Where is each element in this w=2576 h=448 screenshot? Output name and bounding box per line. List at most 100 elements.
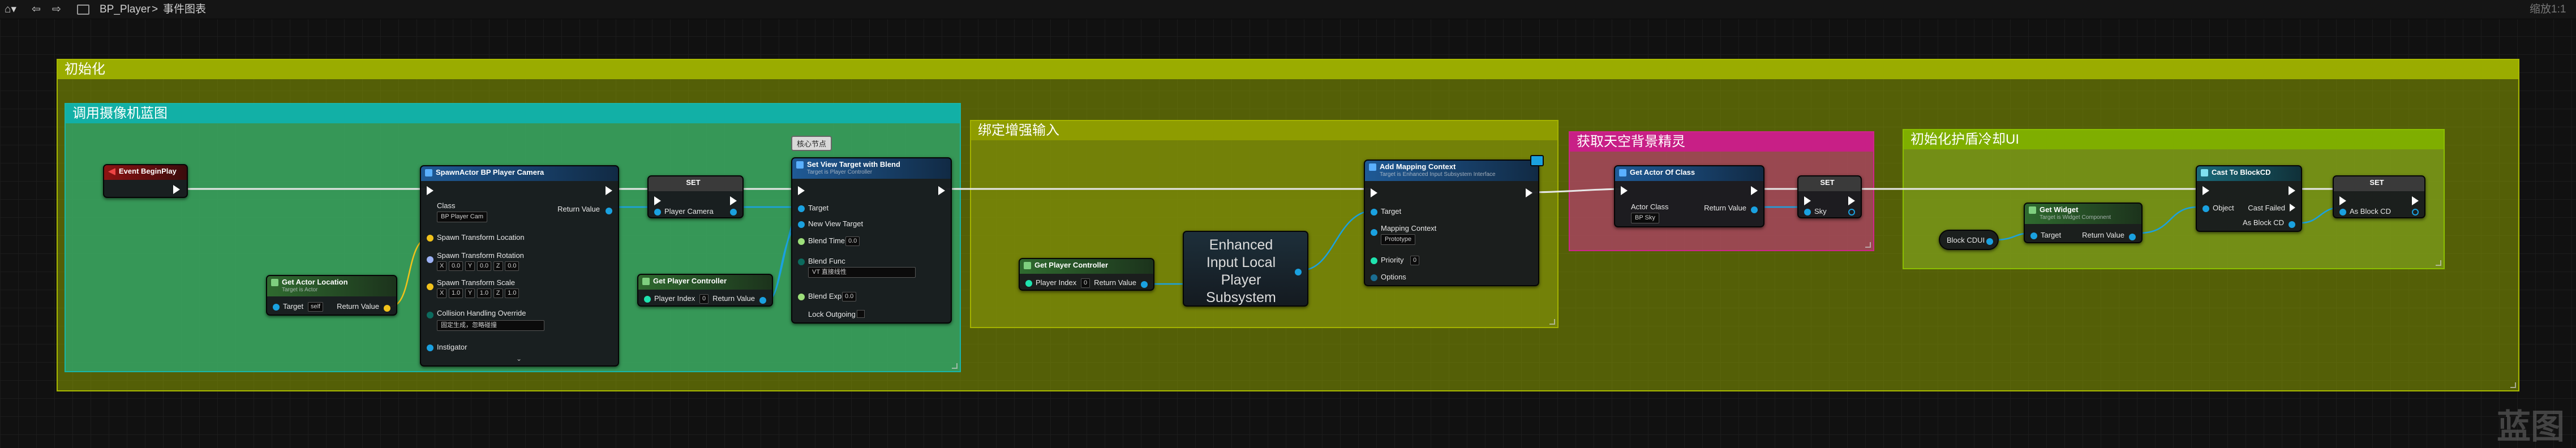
return-value-pin[interactable]: [759, 295, 766, 304]
player-index-pin[interactable]: [1025, 278, 1032, 287]
node-title: SpawnActor BP Player Camera: [436, 168, 544, 176]
player-camera-out-pin[interactable]: [730, 207, 737, 216]
cast-icon: [2201, 169, 2208, 176]
target-pin[interactable]: [2030, 231, 2037, 240]
new-view-target-pin[interactable]: [798, 219, 805, 229]
node-set-sky[interactable]: SET Sky: [1797, 175, 1862, 218]
node-header: SET: [1798, 176, 1861, 191]
player-camera-pin[interactable]: [654, 207, 661, 216]
mapping-context-pin[interactable]: [1371, 227, 1377, 236]
function-icon: [1619, 169, 1626, 176]
object-pin[interactable]: [2203, 204, 2209, 213]
node-subtitle: Target is Actor: [282, 287, 318, 293]
priority-pin[interactable]: [1371, 256, 1377, 265]
target-pin[interactable]: [1371, 207, 1377, 216]
spawn-rotation-pin[interactable]: [427, 255, 433, 264]
node-get-actor-of-class[interactable]: Get Actor Of Class Actor Class BP Sky Re…: [1614, 165, 1764, 227]
variable-out-pin[interactable]: [1986, 236, 1993, 245]
return-value-label: Return Value: [1094, 278, 1136, 287]
actor-class-dropdown[interactable]: BP Sky: [1631, 213, 1659, 223]
return-value-label: Return Value: [557, 205, 600, 213]
player-index-field[interactable]: 0: [1081, 278, 1090, 288]
node-set-player-camera[interactable]: SET Player Camera: [647, 175, 744, 218]
node-set-view-target[interactable]: Set View Target with Blend Target is Pla…: [791, 157, 952, 324]
blend-func-pin[interactable]: [798, 257, 805, 266]
return-value-pin[interactable]: [2129, 232, 2136, 241]
scale-fields[interactable]: X 1.0 Y 1.0 Z 1.0: [437, 288, 520, 299]
node-cast-to-blockcd[interactable]: Cast To BlockCD Object Cast Failed As Bl…: [2196, 165, 2302, 232]
node-enhanced-input-subsystem[interactable]: Enhanced Input Local Player Subsystem: [1183, 231, 1308, 307]
blend-time-field[interactable]: 0.0: [845, 236, 860, 247]
player-index-field[interactable]: 0: [699, 294, 709, 304]
blend-time-pin[interactable]: [798, 236, 805, 245]
sky-label: Sky: [1814, 207, 1827, 216]
instigator-pin[interactable]: [427, 343, 433, 352]
exec-out-pin[interactable]: [2412, 196, 2419, 205]
rotation-fields[interactable]: X 0.0 Y 0.0 Z 0.0: [437, 261, 520, 272]
exec-in-pin[interactable]: [2203, 186, 2209, 195]
expand-chevron-icon[interactable]: ⌄: [516, 354, 522, 363]
sky-pin[interactable]: [1804, 207, 1811, 216]
blend-exp-pin[interactable]: [798, 292, 805, 301]
priority-field[interactable]: 0: [1410, 256, 1420, 266]
as-block-cd-out-pin[interactable]: [2412, 207, 2419, 216]
class-dropdown[interactable]: BP Player Cam: [437, 212, 487, 222]
node-get-actor-location[interactable]: Get Actor Location Target is Actor Targe…: [266, 275, 397, 316]
lock-outgoing-checkbox[interactable]: [857, 310, 865, 318]
exec-in-pin[interactable]: [1371, 188, 1377, 197]
spawn-location-pin[interactable]: [427, 233, 433, 242]
sky-out-pin[interactable]: [1848, 207, 1855, 216]
return-value-pin[interactable]: [1751, 205, 1758, 214]
exec-out-pin[interactable]: [1848, 196, 1855, 205]
options-label: Options: [1381, 273, 1406, 281]
as-block-cd-in-pin[interactable]: [2339, 207, 2346, 216]
cast-failed-pin[interactable]: [2290, 203, 2295, 212]
exec-in-pin[interactable]: [1621, 186, 1628, 195]
function-icon: [796, 161, 804, 169]
exec-out-pin[interactable]: [1751, 186, 1758, 195]
return-value-pin[interactable]: [1141, 279, 1148, 288]
exec-in-pin[interactable]: [427, 186, 433, 195]
function-icon: [1024, 262, 1031, 269]
spawn-scale-pin[interactable]: [427, 282, 433, 291]
node-comment-bubble[interactable]: 核心节点: [791, 136, 832, 151]
target-pin[interactable]: [273, 302, 280, 311]
node-event-beginplay[interactable]: Event BeginPlay: [103, 164, 188, 198]
target-self-field[interactable]: self: [308, 302, 324, 312]
node-block-cdui-variable[interactable]: Block CDUI: [1939, 230, 1999, 250]
mapping-context-label: Mapping Context: [1381, 224, 1437, 232]
options-pin[interactable]: [1371, 273, 1377, 282]
return-value-pin[interactable]: [384, 303, 390, 312]
exec-out-pin[interactable]: [2289, 186, 2295, 195]
exec-out-pin[interactable]: [606, 186, 612, 195]
exec-in-pin[interactable]: [654, 196, 661, 205]
exec-in-pin[interactable]: [2339, 196, 2346, 205]
return-value-pin[interactable]: [606, 206, 612, 215]
node-get-player-controller[interactable]: Get Player Controller Player Index 0 Ret…: [1019, 258, 1154, 291]
exec-in-pin[interactable]: [798, 186, 805, 195]
node-add-mapping-context[interactable]: Add Mapping Context Target is Enhanced I…: [1364, 155, 1544, 286]
node-spawn-actor[interactable]: SpawnActor BP Player Camera Class BP Pla…: [420, 165, 619, 367]
blend-func-dropdown[interactable]: VT 直接线性: [808, 267, 916, 278]
exec-in-pin[interactable]: [1804, 196, 1811, 205]
return-value-label: Return Value: [2082, 231, 2124, 239]
blend-exp-field[interactable]: 0.0: [842, 292, 857, 302]
as-block-cd-pin[interactable]: [2289, 219, 2295, 229]
return-value-pin[interactable]: [1295, 267, 1302, 276]
node-title: Set View Target with Blend: [807, 160, 900, 169]
exec-out-pin[interactable]: [730, 196, 737, 205]
node-title: Enhanced Input Local Player Subsystem: [1206, 237, 1276, 305]
collision-pin[interactable]: [427, 310, 433, 319]
collision-dropdown[interactable]: 固定生成，忽略碰撞: [437, 320, 544, 331]
exec-out-pin[interactable]: [938, 186, 945, 195]
player-index-label: Player Index: [1036, 278, 1077, 287]
exec-out-pin[interactable]: [1526, 188, 1532, 197]
player-index-pin[interactable]: [644, 294, 651, 303]
target-pin[interactable]: [798, 204, 805, 213]
mapping-context-dropdown[interactable]: Prototype: [1381, 234, 1416, 245]
node-set-as-block-cd[interactable]: SET As Block CD: [2333, 175, 2425, 218]
node-get-player-controller[interactable]: Get Player Controller Player Index 0 Ret…: [637, 274, 773, 307]
node-get-widget[interactable]: Get Widget Target is Widget Component Ta…: [2024, 203, 2143, 243]
blend-exp-label: Blend Exp: [808, 292, 842, 300]
exec-out-pin[interactable]: [173, 184, 180, 194]
